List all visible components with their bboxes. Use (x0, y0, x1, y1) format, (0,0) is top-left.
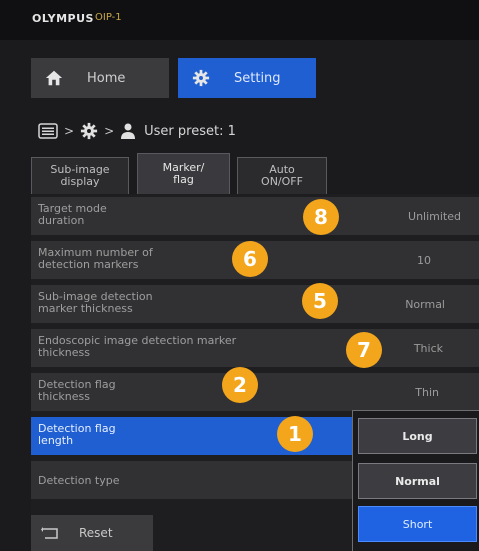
row-label: Maximum number of detection markers (38, 246, 153, 271)
row-value: 10 (417, 254, 431, 267)
home-icon (45, 70, 63, 86)
row-label: Detection flag thickness (38, 378, 116, 403)
user-preset-label: User preset: 1 (144, 123, 236, 139)
row-value: Normal (405, 298, 445, 311)
callout-badge: 2 (222, 367, 258, 403)
breadcrumb-separator: > (104, 124, 115, 138)
callout-badge: 1 (277, 416, 313, 452)
option-long[interactable]: Long (358, 418, 477, 454)
tab-setting[interactable]: Setting (178, 58, 316, 98)
reset-label: Reset (79, 526, 113, 540)
brand-name: OLYMPUS (32, 12, 94, 25)
tab-auto-on-off[interactable]: Auto ON/OFF (237, 157, 327, 194)
gear-icon[interactable] (80, 122, 98, 140)
option-short[interactable]: Short (358, 506, 477, 542)
breadcrumb: > > User preset: 1 (38, 120, 236, 142)
row-value: Unlimited (408, 210, 461, 223)
tab-sub-image-display[interactable]: Sub-image display (31, 157, 129, 194)
undo-icon (41, 527, 58, 539)
gear-icon (192, 69, 210, 87)
callout-badge: 7 (346, 332, 382, 368)
row-target-mode-duration[interactable]: Target mode duration Unlimited (31, 197, 479, 237)
row-detection-type[interactable]: Detection type (31, 461, 353, 501)
row-endoscopic-marker-thickness[interactable]: Endoscopic image detection marker thickne… (31, 329, 479, 369)
row-sub-image-marker-thickness[interactable]: Sub-image detection marker thickness Norm… (31, 285, 479, 325)
option-normal[interactable]: Normal (358, 463, 477, 499)
reset-button[interactable]: Reset (31, 515, 153, 551)
row-label: Endoscopic image detection marker thickne… (38, 334, 237, 359)
user-icon (121, 123, 136, 139)
row-label: Detection type (38, 474, 120, 487)
tab-marker-flag[interactable]: Marker/flag (137, 153, 230, 194)
row-value: Thin (415, 386, 439, 399)
callout-badge: 6 (232, 241, 268, 277)
menu-icon[interactable] (38, 123, 58, 139)
callout-badge: 8 (303, 199, 339, 235)
row-value: Thick (413, 342, 443, 355)
tab-home-label: Home (87, 70, 126, 86)
tab-label: flag (173, 173, 194, 186)
breadcrumb-separator: > (64, 124, 75, 138)
row-label: Target mode duration (38, 202, 107, 227)
tab-label: ON/OFF (261, 175, 303, 188)
tab-setting-label: Setting (234, 70, 281, 86)
row-label: Sub-image detection marker thickness (38, 290, 153, 315)
tab-home[interactable]: Home (31, 58, 169, 98)
callout-badge: 5 (302, 283, 338, 319)
tab-label: display (60, 175, 100, 188)
model-name: OIP-1 (95, 12, 122, 23)
